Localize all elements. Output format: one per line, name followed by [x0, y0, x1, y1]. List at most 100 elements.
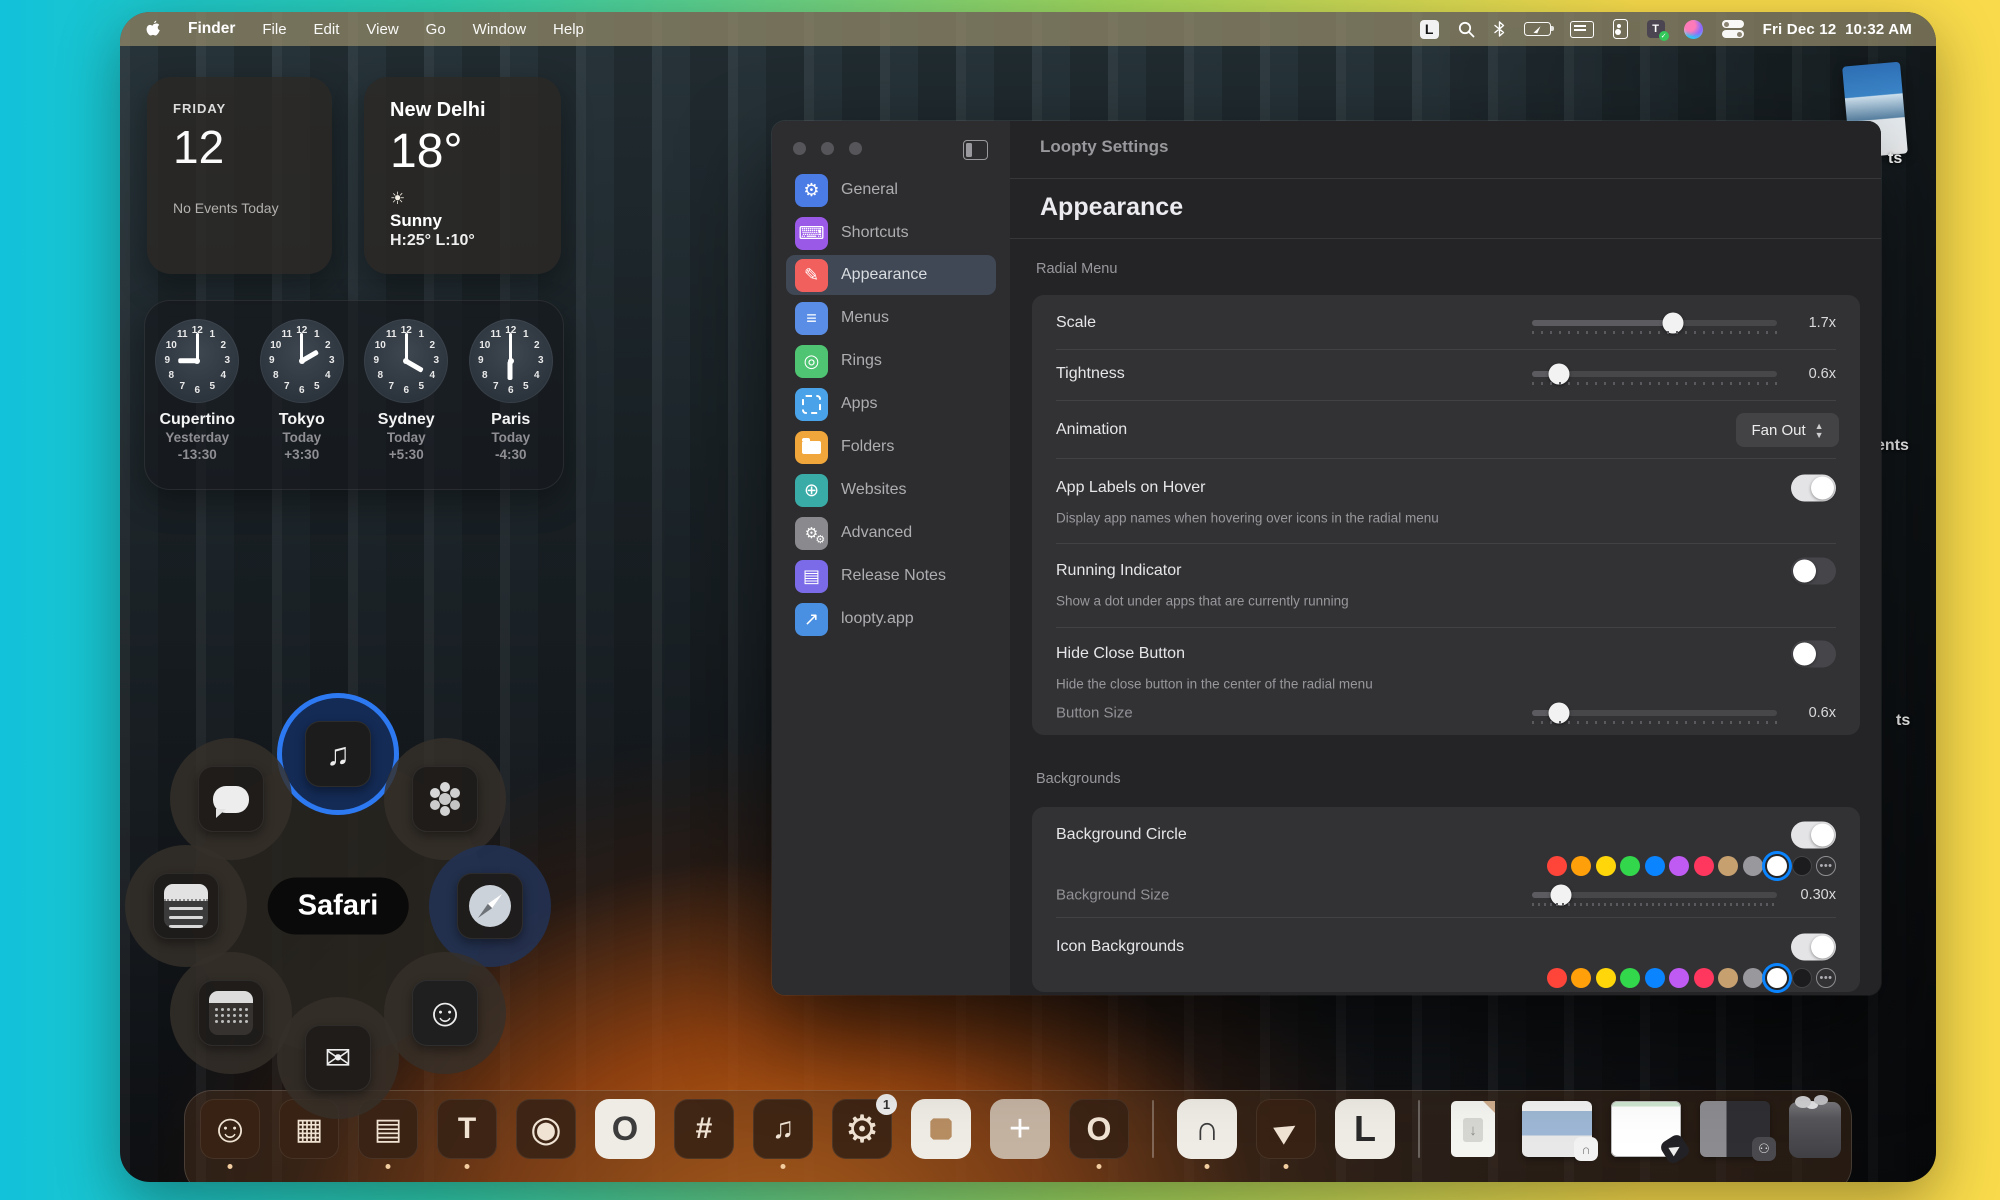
dock-system-settings[interactable]: ⚙1 — [832, 1099, 892, 1159]
iphone-mirroring-icon[interactable] — [1613, 19, 1628, 39]
radial-item-notes[interactable] — [125, 845, 247, 967]
color-swatch[interactable] — [1571, 968, 1591, 988]
radial-item-safari[interactable] — [429, 845, 551, 967]
sidebar-item-apps[interactable]: Apps — [786, 384, 996, 424]
color-swatch[interactable] — [1792, 968, 1812, 988]
menu-go[interactable]: Go — [426, 21, 446, 38]
control-center-icon[interactable] — [1722, 19, 1744, 39]
color-swatch-selected[interactable] — [1767, 856, 1787, 876]
keyboard-input-icon[interactable] — [1570, 21, 1594, 38]
bluetooth-icon[interactable] — [1494, 19, 1505, 39]
sidebar-item-advanced[interactable]: ⚙⚙ Advanced — [786, 513, 996, 553]
sidebar-item-websites[interactable]: ⊕ Websites — [786, 470, 996, 510]
color-swatch[interactable] — [1596, 856, 1616, 876]
color-swatch[interactable] — [1694, 968, 1714, 988]
color-swatch[interactable] — [1743, 856, 1763, 876]
battery-icon[interactable] — [1524, 22, 1551, 36]
siri-icon[interactable] — [1684, 20, 1703, 39]
sidebar-toggle-icon[interactable] — [963, 140, 988, 160]
sidebar-item-rings[interactable]: ◎ Rings — [786, 341, 996, 381]
menu-file[interactable]: File — [262, 21, 286, 38]
apple-menu-icon[interactable] — [146, 19, 161, 39]
minimized-window-preview[interactable]: ▶ — [1611, 1101, 1681, 1157]
dock-sparkle-app[interactable] — [911, 1099, 971, 1159]
menu-window[interactable]: Window — [473, 21, 526, 38]
more-colors-button[interactable]: ••• — [1816, 968, 1836, 988]
loopty-menubar-icon[interactable]: L — [1420, 20, 1439, 39]
color-swatch[interactable] — [1718, 968, 1738, 988]
sidebar-item-shortcuts[interactable]: ⌨ Shortcuts — [786, 213, 996, 253]
dock-trash[interactable] — [1789, 1099, 1849, 1159]
world-clock-widget[interactable]: 121234567891011 Cupertino Yesterday -13:… — [144, 300, 564, 490]
sidebar-item-release-notes[interactable]: ▤ Release Notes — [786, 556, 996, 596]
more-colors-button[interactable]: ••• — [1816, 856, 1836, 876]
color-swatch-selected[interactable] — [1767, 968, 1787, 988]
menu-edit[interactable]: Edit — [314, 21, 340, 38]
radial-item-music[interactable]: ♫ — [277, 693, 399, 815]
radial-center-label[interactable]: Safari — [268, 878, 409, 935]
calendar-widget[interactable]: FRIDAY 12 No Events Today — [147, 77, 332, 274]
color-swatch[interactable] — [1645, 856, 1665, 876]
dock-chrome[interactable]: ◉ — [516, 1099, 576, 1159]
dock-send-app[interactable]: ▶ — [1256, 1099, 1316, 1159]
dock-arc[interactable]: ∩ — [1177, 1099, 1237, 1159]
minimize-button[interactable] — [821, 142, 834, 155]
color-swatch[interactable] — [1620, 856, 1640, 876]
dock-plus-app[interactable]: + — [990, 1099, 1050, 1159]
color-swatch[interactable] — [1669, 856, 1689, 876]
color-swatch[interactable] — [1669, 968, 1689, 988]
desktop-file-label[interactable]: ts — [1888, 150, 1902, 168]
background-size-slider[interactable] — [1532, 892, 1777, 898]
minimized-window-preview[interactable]: ⚇ — [1700, 1101, 1770, 1157]
dock-finder[interactable]: ☺ — [200, 1099, 260, 1159]
radial-item-messages[interactable] — [170, 738, 292, 860]
color-swatch[interactable] — [1694, 856, 1714, 876]
color-swatch[interactable] — [1571, 856, 1591, 876]
animation-dropdown[interactable]: Fan Out ▲▼ — [1736, 413, 1839, 447]
background-circle-toggle[interactable] — [1791, 822, 1836, 849]
color-swatch[interactable] — [1743, 968, 1763, 988]
active-app-menu[interactable]: Finder — [188, 20, 235, 38]
dock-loopty[interactable]: L — [1335, 1099, 1395, 1159]
teams-status-icon[interactable]: T✓ — [1647, 20, 1665, 38]
radial-item-dialpad[interactable] — [170, 952, 292, 1074]
menu-help[interactable]: Help — [553, 21, 584, 38]
zoom-button[interactable] — [849, 142, 862, 155]
color-swatch[interactable] — [1547, 856, 1567, 876]
menu-bar-clock[interactable]: Fri Dec 12 10:32 AM — [1763, 21, 1912, 38]
running-indicator-toggle[interactable] — [1791, 558, 1836, 585]
dock-downloads[interactable]: ↓ — [1443, 1099, 1503, 1159]
spotlight-search-icon[interactable] — [1458, 19, 1475, 39]
dock-outlook[interactable]: O — [1069, 1099, 1129, 1159]
weather-widget[interactable]: New Delhi 18° ☀ Sunny H:25° L:10° — [364, 77, 561, 274]
radial-item-photos[interactable] — [384, 738, 506, 860]
color-swatch[interactable] — [1792, 856, 1812, 876]
minimized-window-preview[interactable]: ∩ — [1522, 1101, 1592, 1157]
scale-slider[interactable] — [1532, 320, 1777, 326]
sidebar-item-loopty-app[interactable]: ↗ loopty.app — [786, 599, 996, 639]
menu-view[interactable]: View — [366, 21, 398, 38]
color-swatch[interactable] — [1620, 968, 1640, 988]
hide-close-toggle[interactable] — [1791, 641, 1836, 668]
color-swatch[interactable] — [1645, 968, 1665, 988]
color-swatch[interactable] — [1547, 968, 1567, 988]
tightness-slider[interactable] — [1532, 371, 1777, 377]
sidebar-item-menus[interactable]: ≡ Menus — [786, 298, 996, 338]
radial-item-mail[interactable]: ✉ — [277, 997, 399, 1119]
dock-slack[interactable]: # — [674, 1099, 734, 1159]
icon-backgrounds-toggle[interactable] — [1791, 934, 1836, 961]
radial-item-finder[interactable]: ☺ — [384, 952, 506, 1074]
clock-city: Tokyo — [254, 411, 350, 429]
color-swatch[interactable] — [1718, 856, 1738, 876]
sidebar-item-folders[interactable]: Folders — [786, 427, 996, 467]
close-button[interactable] — [793, 142, 806, 155]
sidebar-item-appearance[interactable]: ✎ Appearance — [786, 255, 996, 295]
color-swatch[interactable] — [1596, 968, 1616, 988]
sidebar-item-general[interactable]: ⚙ General — [786, 170, 996, 210]
dock-teams[interactable]: T — [437, 1099, 497, 1159]
dock-opera[interactable]: O — [595, 1099, 655, 1159]
desktop-file-label[interactable]: ts — [1896, 712, 1910, 730]
dock-music[interactable]: ♫ — [753, 1099, 813, 1159]
app-labels-toggle[interactable] — [1791, 475, 1836, 502]
button-size-slider[interactable] — [1532, 710, 1777, 716]
